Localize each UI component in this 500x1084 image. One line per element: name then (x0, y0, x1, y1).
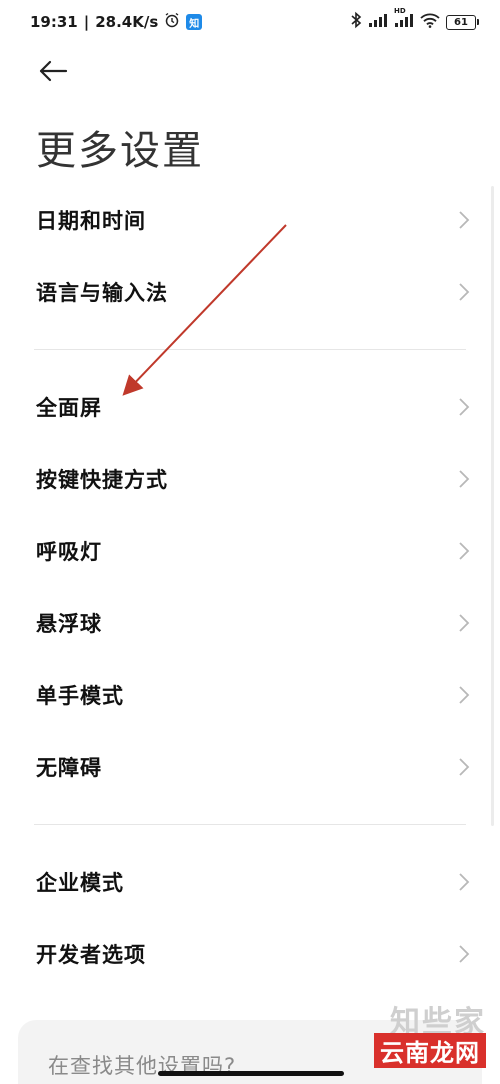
settings-item-notification-light[interactable]: 呼吸灯 (0, 515, 500, 587)
settings-list: 日期和时间 语言与输入法 全面屏 按键快捷方式 呼吸灯 悬浮球 单手模式 无障碍… (0, 184, 500, 990)
chevron-right-icon (458, 397, 470, 417)
chevron-right-icon (458, 210, 470, 230)
settings-item-label: 日期和时间 (36, 209, 146, 233)
settings-item-label: 悬浮球 (36, 612, 102, 636)
signal-icon (368, 13, 388, 31)
chevron-right-icon (458, 757, 470, 777)
settings-item-enterprise-mode[interactable]: 企业模式 (0, 846, 500, 918)
settings-item-language-input[interactable]: 语言与输入法 (0, 256, 500, 328)
chevron-right-icon (458, 613, 470, 633)
settings-screen: 19:31 | 28.4K/s 知 HD 61 更多设置 日期和时间 语言与输入… (0, 0, 500, 1084)
page-title: 更多设置 (36, 128, 204, 174)
settings-item-label: 无障碍 (36, 756, 102, 780)
chevron-right-icon (458, 944, 470, 964)
home-indicator[interactable] (158, 1071, 344, 1076)
settings-item-label: 开发者选项 (36, 943, 146, 967)
settings-item-developer-options[interactable]: 开发者选项 (0, 918, 500, 990)
settings-item-label: 呼吸灯 (36, 540, 102, 564)
arrow-left-icon (38, 60, 68, 86)
watermark: 知些家 云南龙网 (374, 997, 486, 1068)
battery-icon: 61 (446, 14, 479, 30)
settings-item-label: 单手模式 (36, 684, 124, 708)
status-separator: | (83, 13, 90, 31)
wifi-icon (420, 13, 440, 32)
settings-item-button-shortcuts[interactable]: 按键快捷方式 (0, 443, 500, 515)
chevron-right-icon (458, 282, 470, 302)
chevron-right-icon (458, 872, 470, 892)
settings-item-label: 企业模式 (36, 871, 124, 895)
settings-item-full-screen[interactable]: 全面屏 (0, 371, 500, 443)
settings-item-one-handed-mode[interactable]: 单手模式 (0, 659, 500, 731)
status-right: HD 61 (350, 7, 479, 33)
chevron-right-icon (458, 685, 470, 705)
status-network-speed: 28.4K/s (95, 13, 159, 31)
chevron-right-icon (458, 469, 470, 489)
settings-item-label: 语言与输入法 (36, 281, 168, 305)
zhihu-app-icon: 知 (186, 14, 203, 30)
alarm-icon (164, 12, 180, 32)
status-time: 19:31 (30, 13, 78, 31)
status-bar: 19:31 | 28.4K/s 知 HD 61 (0, 0, 500, 44)
watermark-bottom-text: 云南龙网 (374, 1033, 486, 1068)
settings-item-label: 全面屏 (36, 396, 102, 420)
back-button[interactable] (36, 58, 70, 88)
chevron-right-icon (458, 541, 470, 561)
status-left: 19:31 | 28.4K/s 知 (30, 12, 203, 32)
settings-item-accessibility[interactable]: 无障碍 (0, 731, 500, 803)
settings-item-date-time[interactable]: 日期和时间 (0, 184, 500, 256)
bluetooth-icon (350, 11, 362, 33)
hd-label: HD (394, 7, 406, 15)
signal-hd-icon: HD (394, 7, 414, 31)
settings-item-label: 按键快捷方式 (36, 468, 168, 492)
settings-item-floating-ball[interactable]: 悬浮球 (0, 587, 500, 659)
